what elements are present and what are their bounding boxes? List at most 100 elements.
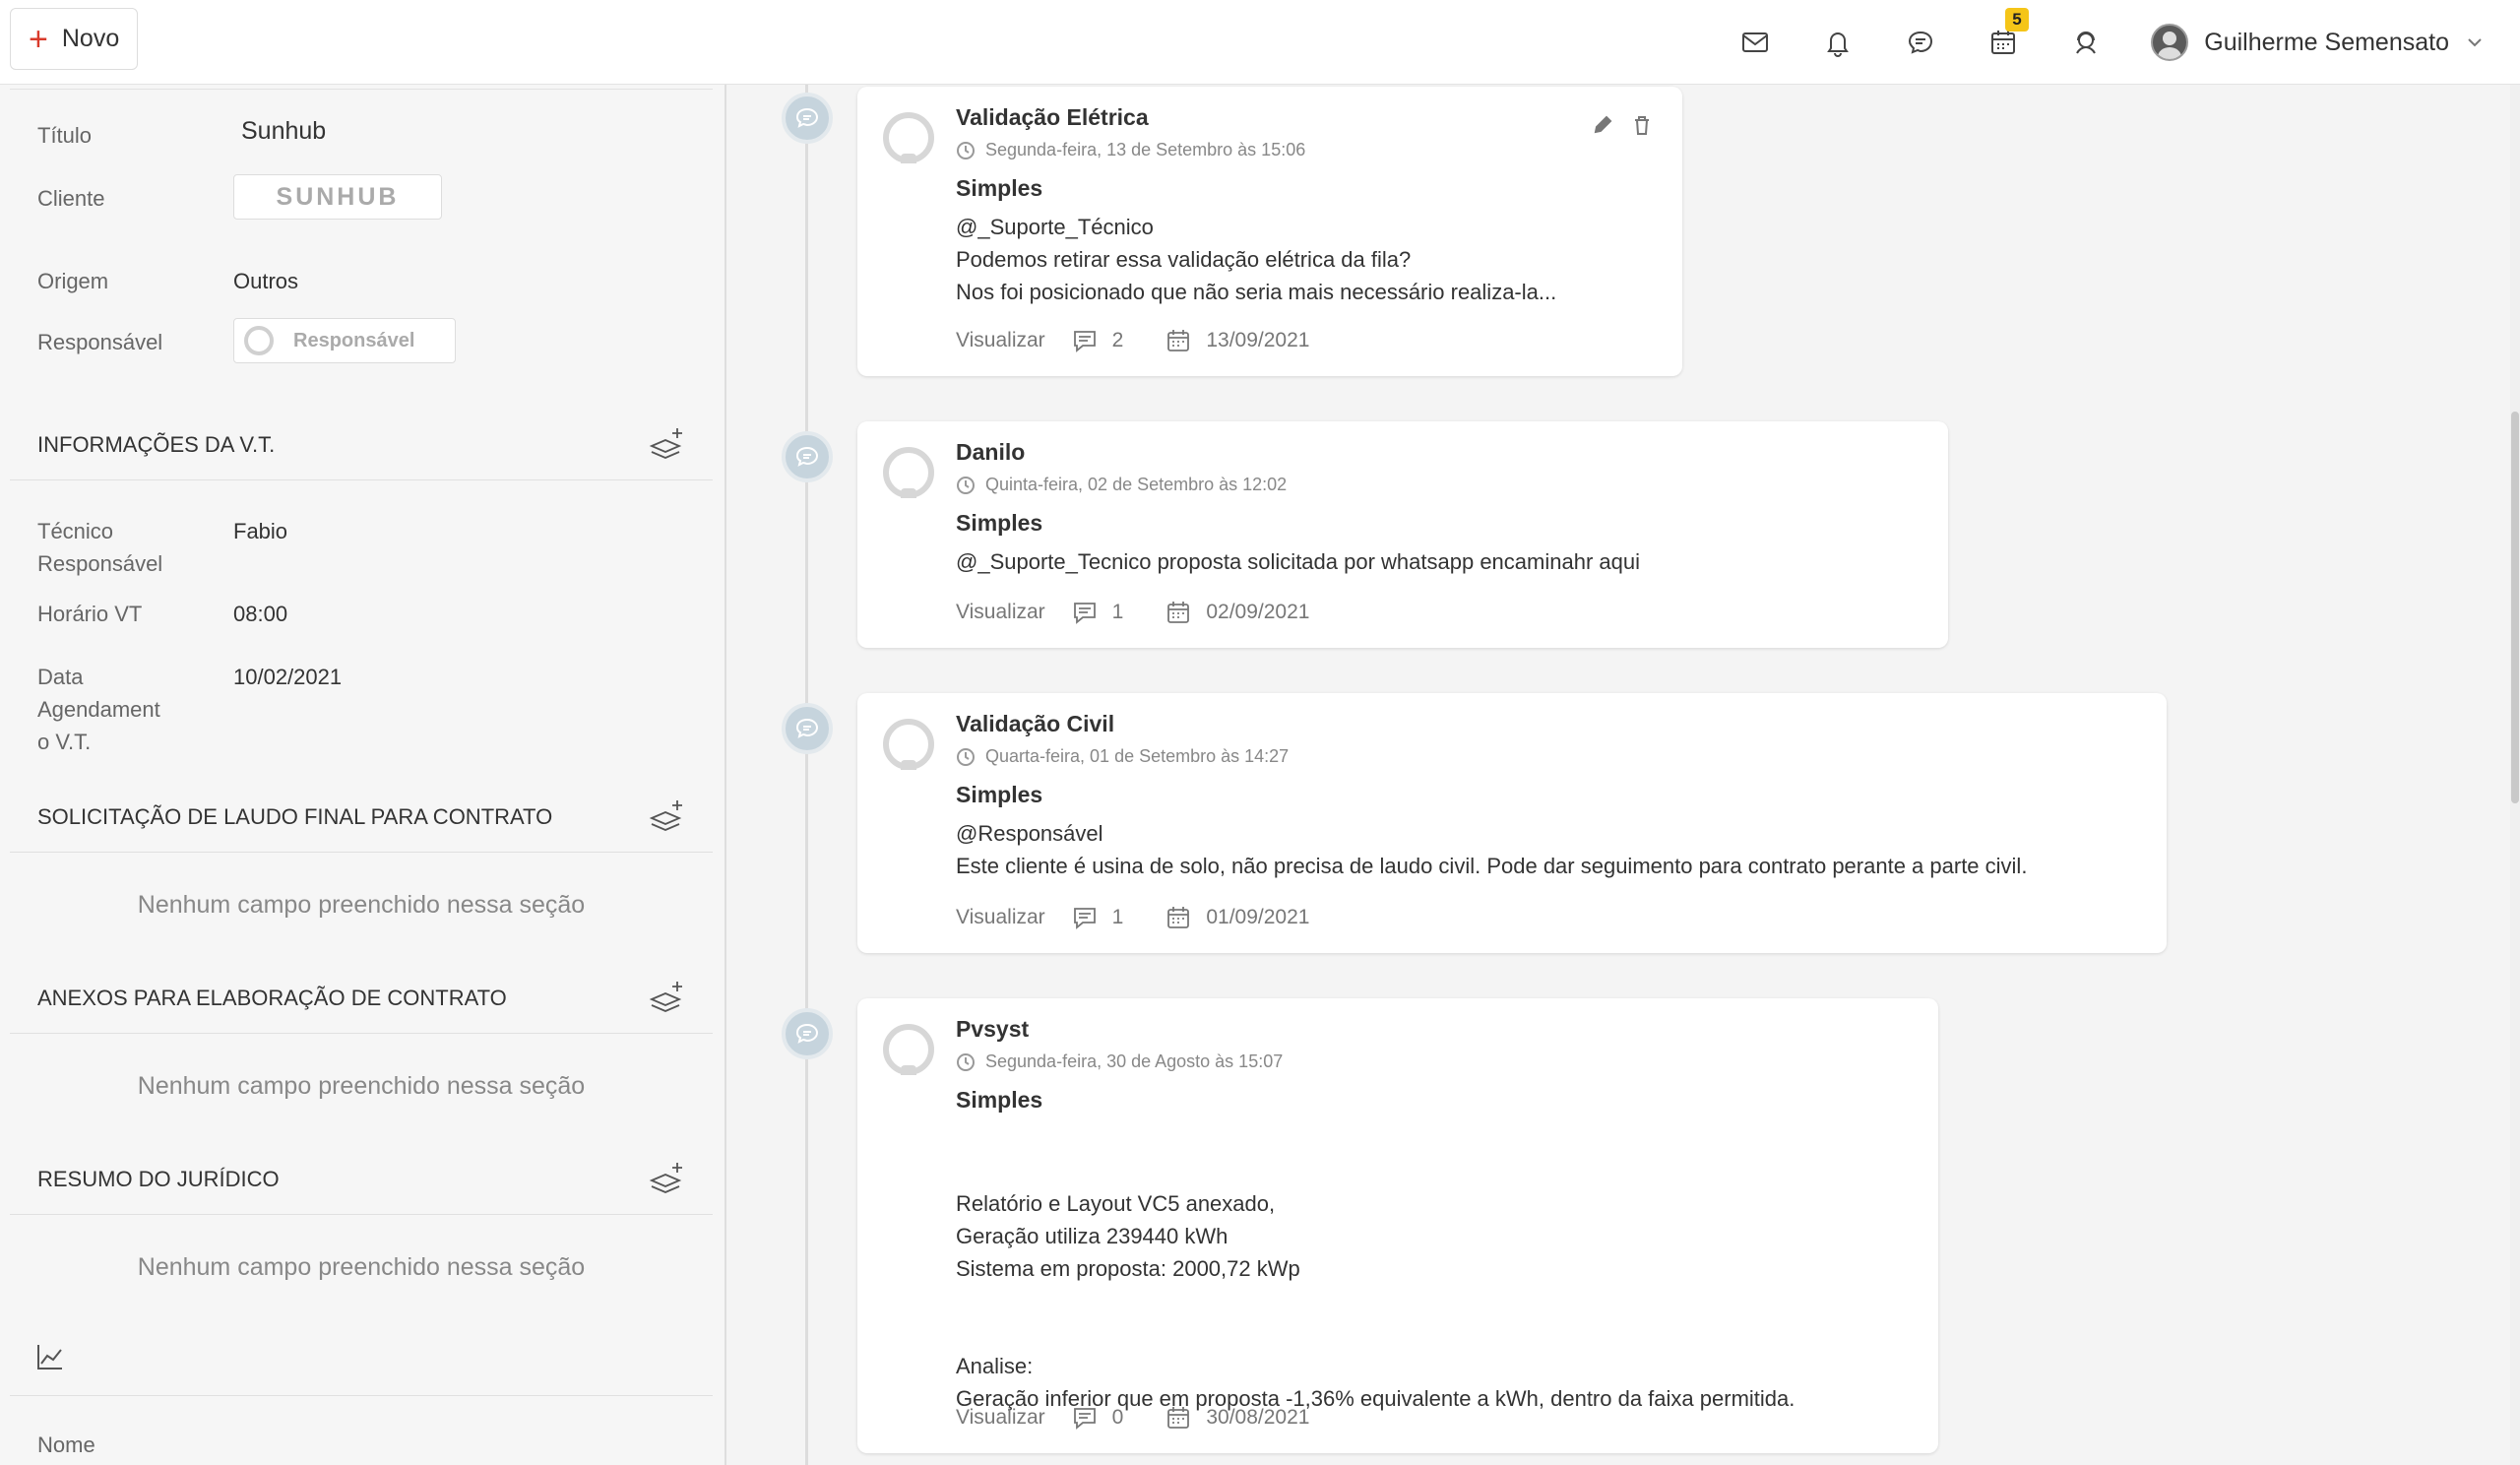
bell-icon[interactable] [1796,0,1879,85]
card-date-text: Segunda-feira, 30 de Agosto às 15:07 [985,1051,1284,1071]
cliente-label: Cliente [37,186,105,211]
divider [10,852,713,853]
calendar-icon [1167,907,1190,928]
nome-label: Nome [37,1433,95,1457]
scrollbar[interactable] [2510,85,2520,1465]
due-date: 30/08/2021 [1206,1406,1310,1429]
horario-value: 08:00 [233,602,288,626]
details-panel: Título Sunhub Cliente SUNHUB Origem Outr… [0,85,726,1465]
section-laudo-heading: SOLICITAÇÃO DE LAUDO FINAL PARA CONTRATO [37,804,553,829]
origem-label: Origem [37,269,109,293]
support-icon[interactable] [2045,0,2127,85]
horario-label: Horário VT [37,602,143,626]
top-bar: + Novo 5 Guilherme Semensato [0,0,2520,85]
divider [10,1033,713,1034]
card-date-text: Segunda-feira, 13 de Setembro às 15:06 [985,140,1306,159]
titulo-value: Sunhub [241,117,327,145]
card-footer: Visualizar 2 13/09/2021 [956,327,1309,354]
user-placeholder-icon [883,719,934,770]
card-body: @Responsável Este cliente é usina de sol… [956,821,2028,878]
comments-count: 0 [1111,1406,1124,1429]
card-body: Relatório e Layout VC5 anexado, Geração … [956,1191,1796,1411]
user-placeholder-icon [883,447,934,498]
view-link[interactable]: Visualizar [956,329,1045,352]
add-layer-icon[interactable] [648,424,687,464]
card-title: Validação Civil [956,711,1115,736]
card-body: @_Suporte_Técnico Podemos retirar essa v… [956,215,1557,304]
card-type: Simples [956,1087,1043,1113]
responsavel-selector[interactable]: Responsável [233,318,456,363]
user-placeholder-icon [244,326,274,355]
calendar-icon[interactable]: 5 [1962,0,2045,85]
scrollbar-thumb[interactable] [2511,412,2519,803]
chart-icon[interactable] [35,1342,65,1371]
card-title: Validação Elétrica [956,104,1149,130]
due-date: 02/09/2021 [1206,601,1310,623]
card-footer: Visualizar 1 01/09/2021 [956,904,1309,931]
data-agendamento-label: Data Agendament o V.T. [37,665,160,754]
user-placeholder-icon [883,112,934,163]
top-icons: 5 Guilherme Semensato [1714,0,2520,85]
section-laudo-empty: Nenhum campo preenchido nessa seção [137,891,586,919]
comments-count: 1 [1111,601,1124,623]
card-date-text: Quarta-feira, 01 de Setembro às 14:27 [985,746,1290,766]
add-layer-icon[interactable] [648,1159,687,1198]
card-date: Quarta-feira, 01 de Setembro às 14:27 [956,746,1289,767]
clock-icon [957,141,975,159]
tecnico-label: Técnico Responsável [37,519,163,576]
trash-icon[interactable] [1631,114,1653,136]
card-footer: Visualizar 1 02/09/2021 [956,599,1309,626]
card-type: Simples [956,510,1043,536]
comment-icon [782,1008,833,1059]
comments-icon[interactable] [1071,1404,1099,1432]
card-body: @_Suporte_Tecnico proposta solicitada po… [956,549,1640,574]
section-anexos-empty: Nenhum campo preenchido nessa seção [137,1072,586,1100]
user-menu[interactable]: Guilherme Semensato [2127,0,2520,85]
card-title: Pvsyst [956,1016,1030,1042]
clock-icon [957,476,975,494]
chat-icon[interactable] [1879,0,1962,85]
card-type: Simples [956,175,1043,201]
divider [10,1395,713,1396]
comments-icon[interactable] [1071,904,1099,931]
add-layer-icon[interactable] [648,796,687,836]
clock-icon [957,1052,975,1071]
calendar-badge: 5 [2005,8,2029,32]
mail-icon[interactable] [1714,0,1796,85]
timeline-line [805,85,808,1465]
responsavel-value: Responsável [293,329,415,351]
view-link[interactable]: Visualizar [956,906,1045,929]
activity-timeline: Validação Elétrica Segunda-feira, 13 de … [728,85,2500,1465]
new-button[interactable]: + Novo [10,8,139,70]
card-actions [1592,114,1653,136]
section-anexos-heading: ANEXOS PARA ELABORAÇÃO DE CONTRATO [37,986,507,1010]
tecnico-value: Fabio [233,519,288,543]
timeline-card[interactable]: Danilo Quinta-feira, 02 de Setembro às 1… [857,421,1948,648]
add-layer-icon[interactable] [648,978,687,1017]
calendar-icon [1167,330,1190,351]
card-date: Segunda-feira, 13 de Setembro às 15:06 [956,140,1305,160]
chevron-down-icon [2468,38,2482,47]
comments-icon[interactable] [1071,599,1099,626]
due-date: 13/09/2021 [1206,329,1310,351]
edit-icon[interactable] [1592,114,1613,136]
card-title: Danilo [956,439,1026,465]
responsavel-label: Responsável [37,330,163,354]
client-logo[interactable]: SUNHUB [233,174,442,220]
timeline-card[interactable]: Pvsyst Segunda-feira, 30 de Agosto às 15… [857,998,1938,1453]
comment-icon [782,431,833,482]
due-date: 01/09/2021 [1206,906,1310,928]
timeline-card[interactable]: Validação Elétrica Segunda-feira, 13 de … [857,87,1682,376]
view-link[interactable]: Visualizar [956,1406,1045,1430]
user-name: Guilherme Semensato [2204,28,2449,56]
new-button-label: Novo [61,25,120,52]
user-avatar [2151,24,2189,61]
view-link[interactable]: Visualizar [956,601,1045,624]
timeline-card[interactable]: Validação Civil Quarta-feira, 01 de Sete… [857,693,2167,953]
comments-icon[interactable] [1071,327,1099,354]
comments-count: 2 [1111,329,1124,351]
card-date: Quinta-feira, 02 de Setembro às 12:02 [956,475,1287,495]
data-agendamento-value: 10/02/2021 [233,665,343,689]
comment-icon [782,703,833,754]
divider [10,1214,713,1215]
